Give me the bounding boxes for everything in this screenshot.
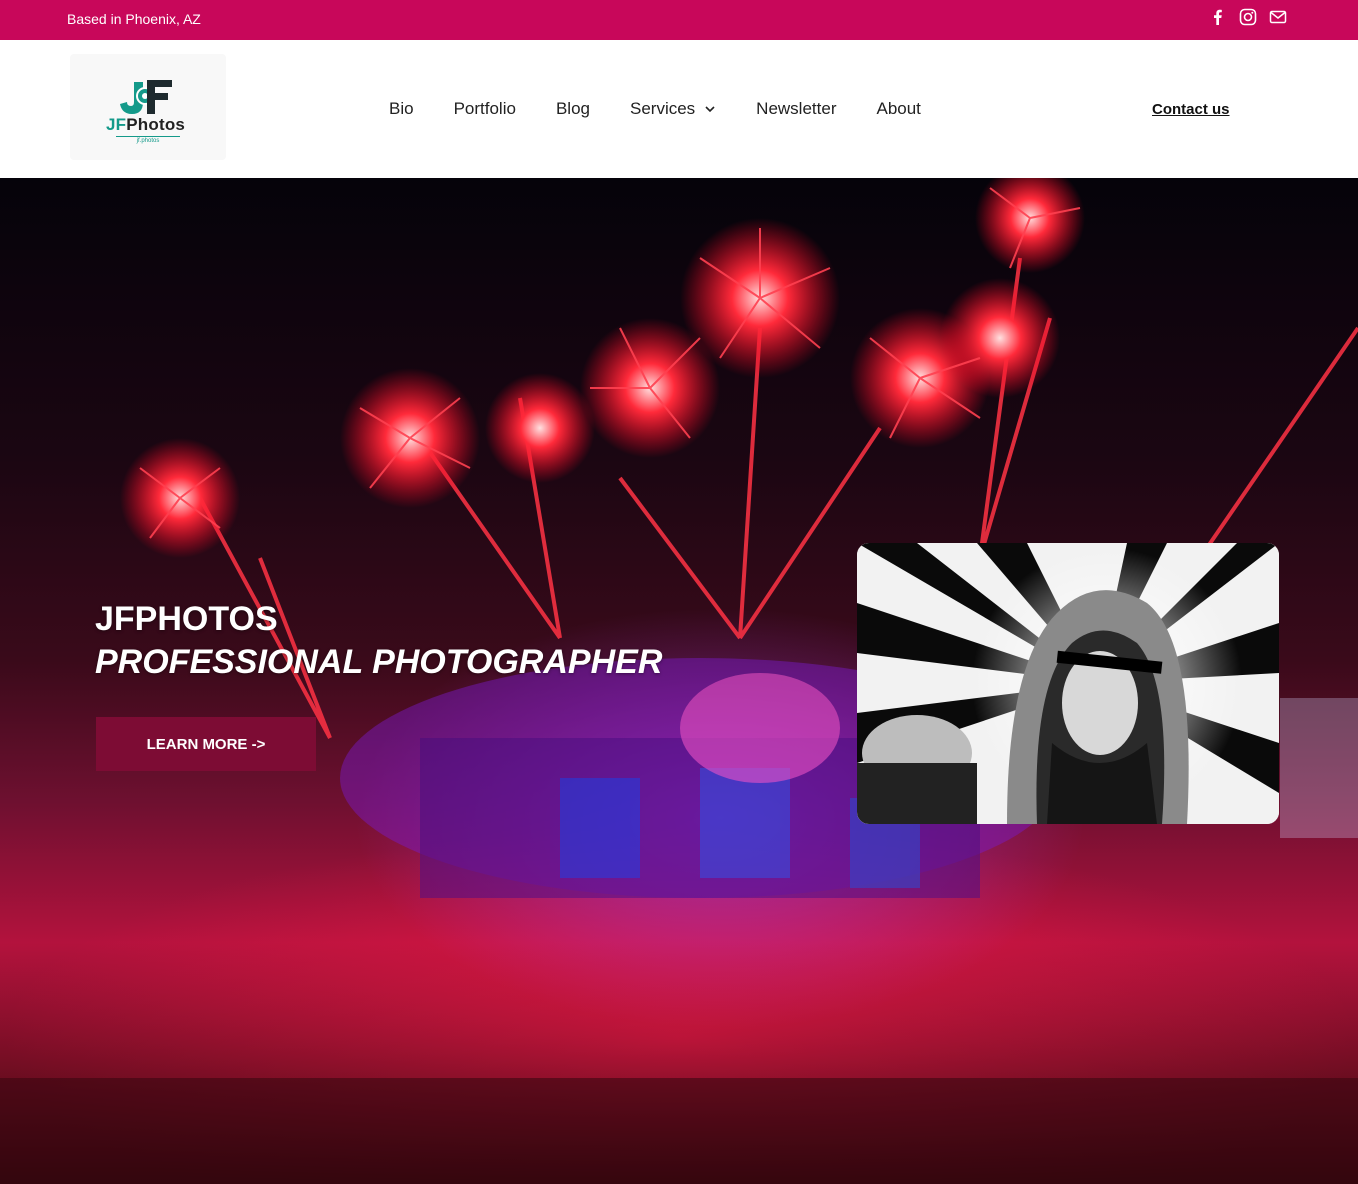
chevron-down-icon: [705, 106, 715, 113]
nav-label: Services: [629, 99, 696, 118]
mail-icon[interactable]: [1269, 8, 1287, 26]
location-text: Based in Phoenix, AZ: [67, 11, 201, 27]
contact-us-link[interactable]: Contact us: [1152, 101, 1230, 118]
nav-item-blog[interactable]: Blog: [556, 99, 590, 119]
nav-label: Blog: [555, 99, 590, 118]
logo-tagline: jf.photos: [116, 136, 180, 144]
main-nav: Bio Portfolio Blog Services Newsletter A…: [389, 99, 961, 119]
hero-title: JFPHOTOS PROFESSIONAL PHOTOGRAPHER: [95, 598, 662, 684]
nav-label: About: [876, 99, 921, 118]
nav-label: Bio: [389, 99, 414, 118]
instagram-icon[interactable]: [1239, 8, 1257, 26]
nav-item-about[interactable]: About: [876, 99, 920, 119]
nav-label: Portfolio: [453, 99, 516, 118]
nav-label: Newsletter: [756, 99, 837, 118]
nav-item-newsletter[interactable]: Newsletter: [756, 99, 836, 119]
jf-logo-mark-icon: [120, 80, 172, 114]
site-header: JFPhotos jf.photos Bio Portfolio Blog Se…: [0, 40, 1358, 178]
photographer-portrait-image: [857, 543, 1279, 824]
social-links: [1209, 8, 1287, 26]
nav-item-portfolio[interactable]: Portfolio: [454, 99, 516, 119]
hero-section: JFPHOTOS PROFESSIONAL PHOTOGRAPHER LEARN…: [0, 178, 1358, 1184]
nav-item-services[interactable]: Services: [630, 99, 716, 119]
logo-photos-text: Photos: [126, 115, 186, 134]
top-bar: Based in Phoenix, AZ: [0, 0, 1358, 40]
site-logo[interactable]: JFPhotos jf.photos: [70, 54, 226, 160]
hero-title-line2: PROFESSIONAL PHOTOGRAPHER: [95, 643, 663, 681]
logo-wordmark: JFPhotos: [106, 115, 185, 135]
facebook-icon[interactable]: [1209, 8, 1227, 26]
hero-title-line1: JFPHOTOS: [95, 600, 278, 638]
learn-more-button[interactable]: LEARN MORE ->: [96, 717, 316, 771]
nav-item-bio[interactable]: Bio: [389, 99, 414, 119]
logo-jf-text: JF: [106, 115, 127, 134]
